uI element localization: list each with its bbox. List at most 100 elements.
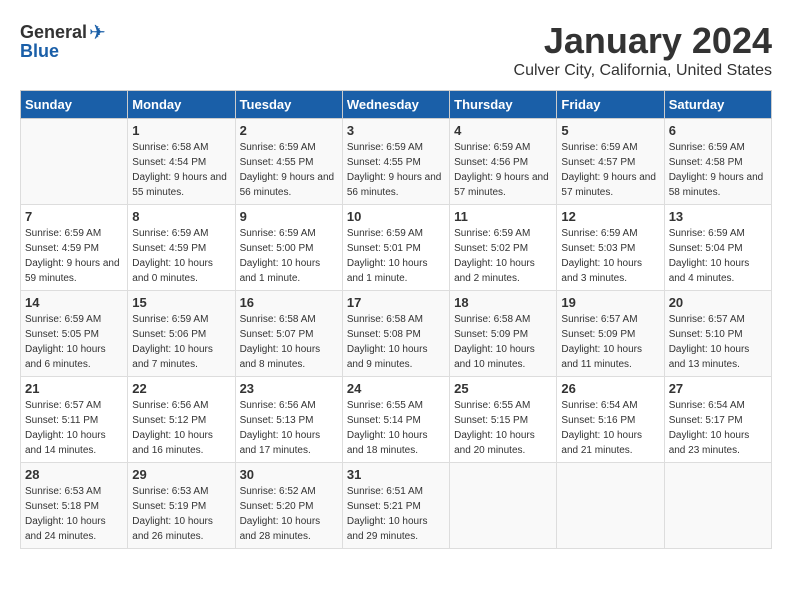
col-header-tuesday: Tuesday bbox=[235, 91, 342, 119]
day-cell: 23Sunrise: 6:56 AMSunset: 5:13 PMDayligh… bbox=[235, 377, 342, 463]
day-cell: 11Sunrise: 6:59 AMSunset: 5:02 PMDayligh… bbox=[450, 205, 557, 291]
day-info: Sunrise: 6:55 AMSunset: 5:15 PMDaylight:… bbox=[454, 398, 552, 458]
day-cell: 1 Sunrise: 6:58 AMSunset: 4:54 PMDaylight… bbox=[128, 119, 235, 205]
day-cell: 13Sunrise: 6:59 AMSunset: 5:04 PMDayligh… bbox=[664, 205, 771, 291]
day-number: 5 bbox=[561, 123, 659, 138]
col-header-wednesday: Wednesday bbox=[342, 91, 449, 119]
day-info: Sunrise: 6:52 AMSunset: 5:20 PMDaylight:… bbox=[240, 484, 338, 544]
day-info: Sunrise: 6:53 AMSunset: 5:18 PMDaylight:… bbox=[25, 484, 123, 544]
day-cell: 25Sunrise: 6:55 AMSunset: 5:15 PMDayligh… bbox=[450, 377, 557, 463]
day-info: Sunrise: 6:58 AMSunset: 5:08 PMDaylight:… bbox=[347, 312, 445, 372]
day-number: 12 bbox=[561, 209, 659, 224]
day-info: Sunrise: 6:54 AMSunset: 5:16 PMDaylight:… bbox=[561, 398, 659, 458]
day-info: Sunrise: 6:54 AMSunset: 5:17 PMDaylight:… bbox=[669, 398, 767, 458]
day-cell: 9 Sunrise: 6:59 AMSunset: 5:00 PMDaylight… bbox=[235, 205, 342, 291]
day-cell: 14 Sunrise: 6:59 AMSunset: 5:05 PMDayligh… bbox=[21, 291, 128, 377]
day-info: Sunrise: 6:58 AMSunset: 5:07 PMDaylight:… bbox=[240, 312, 338, 372]
day-number: 9 bbox=[240, 209, 338, 224]
week-row-4: 28 Sunrise: 6:53 AMSunset: 5:18 PMDayligh… bbox=[21, 463, 772, 549]
col-header-monday: Monday bbox=[128, 91, 235, 119]
day-number: 16 bbox=[240, 295, 338, 310]
day-cell: 19 Sunrise: 6:57 AMSunset: 5:09 PMDayligh… bbox=[557, 291, 664, 377]
day-cell bbox=[557, 463, 664, 549]
day-cell: 30Sunrise: 6:52 AMSunset: 5:20 PMDayligh… bbox=[235, 463, 342, 549]
day-number: 14 bbox=[25, 295, 123, 310]
day-cell: 5 Sunrise: 6:59 AMSunset: 4:57 PMDaylight… bbox=[557, 119, 664, 205]
day-cell: 6Sunrise: 6:59 AMSunset: 4:58 PMDaylight… bbox=[664, 119, 771, 205]
day-info: Sunrise: 6:55 AMSunset: 5:14 PMDaylight:… bbox=[347, 398, 445, 458]
day-info: Sunrise: 6:59 AMSunset: 5:05 PMDaylight:… bbox=[25, 312, 123, 372]
day-info: Sunrise: 6:58 AMSunset: 5:09 PMDaylight:… bbox=[454, 312, 552, 372]
day-number: 29 bbox=[132, 467, 230, 482]
day-number: 28 bbox=[25, 467, 123, 482]
day-cell bbox=[450, 463, 557, 549]
day-info: Sunrise: 6:57 AMSunset: 5:11 PMDaylight:… bbox=[25, 398, 123, 458]
day-info: Sunrise: 6:59 AMSunset: 4:58 PMDaylight:… bbox=[669, 140, 767, 200]
day-number: 24 bbox=[347, 381, 445, 396]
day-cell: 12Sunrise: 6:59 AMSunset: 5:03 PMDayligh… bbox=[557, 205, 664, 291]
day-number: 3 bbox=[347, 123, 445, 138]
day-number: 21 bbox=[25, 381, 123, 396]
logo: General ✈ Blue bbox=[20, 20, 106, 62]
day-cell: 27 Sunrise: 6:54 AMSunset: 5:17 PMDayligh… bbox=[664, 377, 771, 463]
day-cell: 29Sunrise: 6:53 AMSunset: 5:19 PMDayligh… bbox=[128, 463, 235, 549]
day-number: 15 bbox=[132, 295, 230, 310]
day-number: 19 bbox=[561, 295, 659, 310]
col-header-saturday: Saturday bbox=[664, 91, 771, 119]
day-number: 2 bbox=[240, 123, 338, 138]
day-cell: 26 Sunrise: 6:54 AMSunset: 5:16 PMDayligh… bbox=[557, 377, 664, 463]
day-number: 27 bbox=[669, 381, 767, 396]
month-title: January 2024 bbox=[514, 20, 772, 62]
day-cell: 22 Sunrise: 6:56 AMSunset: 5:12 PMDayligh… bbox=[128, 377, 235, 463]
day-cell: 28 Sunrise: 6:53 AMSunset: 5:18 PMDayligh… bbox=[21, 463, 128, 549]
location-title: Culver City, California, United States bbox=[514, 62, 772, 80]
day-info: Sunrise: 6:57 AMSunset: 5:09 PMDaylight:… bbox=[561, 312, 659, 372]
day-number: 18 bbox=[454, 295, 552, 310]
day-cell: 16 Sunrise: 6:58 AMSunset: 5:07 PMDayligh… bbox=[235, 291, 342, 377]
day-info: Sunrise: 6:56 AMSunset: 5:12 PMDaylight:… bbox=[132, 398, 230, 458]
week-row-3: 21 Sunrise: 6:57 AMSunset: 5:11 PMDayligh… bbox=[21, 377, 772, 463]
day-cell: 20 Sunrise: 6:57 AMSunset: 5:10 PMDayligh… bbox=[664, 291, 771, 377]
day-info: Sunrise: 6:59 AMSunset: 4:56 PMDaylight:… bbox=[454, 140, 552, 200]
day-info: Sunrise: 6:59 AMSunset: 4:55 PMDaylight:… bbox=[347, 140, 445, 200]
day-number: 7 bbox=[25, 209, 123, 224]
day-number: 22 bbox=[132, 381, 230, 396]
day-number: 13 bbox=[669, 209, 767, 224]
calendar-table: SundayMondayTuesdayWednesdayThursdayFrid… bbox=[20, 90, 772, 549]
col-header-thursday: Thursday bbox=[450, 91, 557, 119]
week-row-0: 1 Sunrise: 6:58 AMSunset: 4:54 PMDaylight… bbox=[21, 119, 772, 205]
day-cell: 18 Sunrise: 6:58 AMSunset: 5:09 PMDayligh… bbox=[450, 291, 557, 377]
day-cell: 3 Sunrise: 6:59 AMSunset: 4:55 PMDaylight… bbox=[342, 119, 449, 205]
day-number: 10 bbox=[347, 209, 445, 224]
page-header: General ✈ Blue January 2024 Culver City,… bbox=[20, 20, 772, 80]
day-number: 1 bbox=[132, 123, 230, 138]
day-cell: 7 Sunrise: 6:59 AMSunset: 4:59 PMDaylight… bbox=[21, 205, 128, 291]
day-info: Sunrise: 6:59 AMSunset: 4:57 PMDaylight:… bbox=[561, 140, 659, 200]
day-cell bbox=[21, 119, 128, 205]
day-info: Sunrise: 6:59 AMSunset: 4:59 PMDaylight:… bbox=[25, 226, 123, 286]
day-number: 11 bbox=[454, 209, 552, 224]
day-number: 17 bbox=[347, 295, 445, 310]
title-block: January 2024 Culver City, California, Un… bbox=[514, 20, 772, 80]
day-info: Sunrise: 6:59 AMSunset: 4:59 PMDaylight:… bbox=[132, 226, 230, 286]
day-number: 20 bbox=[669, 295, 767, 310]
day-cell: 31Sunrise: 6:51 AMSunset: 5:21 PMDayligh… bbox=[342, 463, 449, 549]
day-info: Sunrise: 6:57 AMSunset: 5:10 PMDaylight:… bbox=[669, 312, 767, 372]
calendar-header-row: SundayMondayTuesdayWednesdayThursdayFrid… bbox=[21, 91, 772, 119]
day-info: Sunrise: 6:58 AMSunset: 4:54 PMDaylight:… bbox=[132, 140, 230, 200]
day-cell: 10Sunrise: 6:59 AMSunset: 5:01 PMDayligh… bbox=[342, 205, 449, 291]
day-info: Sunrise: 6:59 AMSunset: 5:00 PMDaylight:… bbox=[240, 226, 338, 286]
day-info: Sunrise: 6:51 AMSunset: 5:21 PMDaylight:… bbox=[347, 484, 445, 544]
day-info: Sunrise: 6:59 AMSunset: 4:55 PMDaylight:… bbox=[240, 140, 338, 200]
day-cell bbox=[664, 463, 771, 549]
week-row-2: 14 Sunrise: 6:59 AMSunset: 5:05 PMDayligh… bbox=[21, 291, 772, 377]
day-cell: 8Sunrise: 6:59 AMSunset: 4:59 PMDaylight… bbox=[128, 205, 235, 291]
logo-bird-icon: ✈ bbox=[89, 20, 106, 45]
col-header-friday: Friday bbox=[557, 91, 664, 119]
day-info: Sunrise: 6:59 AMSunset: 5:06 PMDaylight:… bbox=[132, 312, 230, 372]
col-header-sunday: Sunday bbox=[21, 91, 128, 119]
week-row-1: 7 Sunrise: 6:59 AMSunset: 4:59 PMDaylight… bbox=[21, 205, 772, 291]
logo-block: General ✈ Blue bbox=[20, 20, 106, 62]
day-number: 26 bbox=[561, 381, 659, 396]
day-number: 4 bbox=[454, 123, 552, 138]
